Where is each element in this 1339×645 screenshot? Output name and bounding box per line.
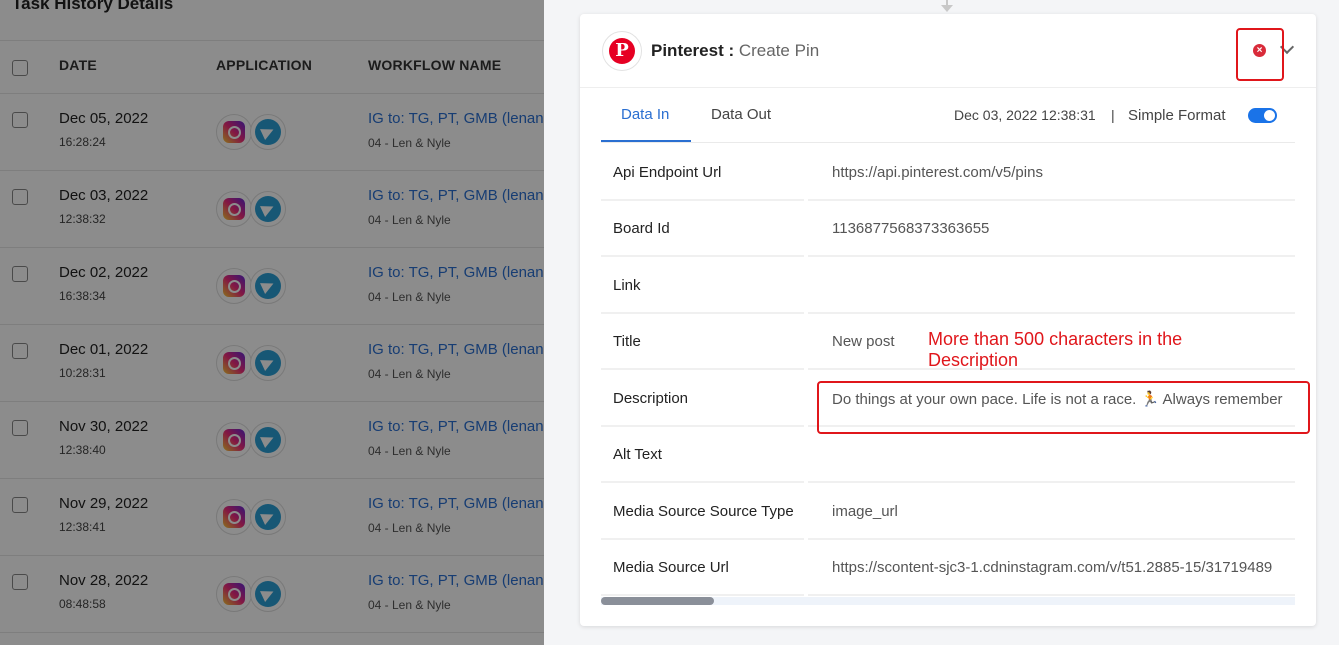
execution-timestamp: Dec 03, 2022 12:38:31 (954, 107, 1096, 123)
field-label-link: Link (601, 258, 804, 314)
step-title[interactable]: Pinterest : Create Pin (651, 41, 819, 61)
simple-format-toggle[interactable] (1248, 108, 1277, 123)
tab-data-in[interactable]: Data In (621, 106, 669, 123)
field-label-description: Description (601, 371, 804, 427)
annotation-close-highlight (1236, 28, 1284, 81)
tabs-divider (601, 142, 1295, 143)
field-label-api-endpoint-url: Api Endpoint Url (601, 145, 804, 201)
field-value-media-source-url: https://scontent-sjc3-1.cdninstagram.com… (808, 540, 1295, 596)
field-label-title: Title (601, 314, 804, 370)
field-value-link (808, 258, 1295, 314)
simple-format-label: Simple Format (1128, 107, 1226, 124)
step-connector-arrow-icon (941, 5, 953, 12)
field-label-board-id: Board Id (601, 201, 804, 257)
pinterest-logo-icon: P (602, 31, 642, 71)
field-label-media-source-url: Media Source Url (601, 540, 804, 596)
step-app-name: Pinterest : (651, 41, 735, 60)
field-value-api-endpoint-url: https://api.pinterest.com/v5/pins (808, 145, 1295, 201)
header-divider (580, 87, 1316, 88)
separator: | (1111, 107, 1115, 123)
field-label-alt-text: Alt Text (601, 427, 804, 483)
horizontal-scrollbar-thumb[interactable] (601, 597, 714, 605)
modal-backdrop[interactable] (0, 0, 544, 645)
field-label-media-source-type: Media Source Source Type (601, 484, 804, 540)
field-value-alt-text (808, 427, 1295, 483)
field-value-board-id: 1136877568373363655 (808, 201, 1295, 257)
field-value-media-source-type: image_url (808, 484, 1295, 540)
annotation-description-highlight (817, 381, 1310, 434)
step-detail-card: P Pinterest : Create Pin × Data In Data … (580, 14, 1316, 626)
annotation-note: More than 500 characters in the Descript… (928, 329, 1183, 370)
step-action-name: Create Pin (734, 41, 820, 60)
task-history-panel: Task History Details DATE APPLICATION WO… (0, 0, 544, 645)
tab-data-out[interactable]: Data Out (711, 106, 771, 123)
